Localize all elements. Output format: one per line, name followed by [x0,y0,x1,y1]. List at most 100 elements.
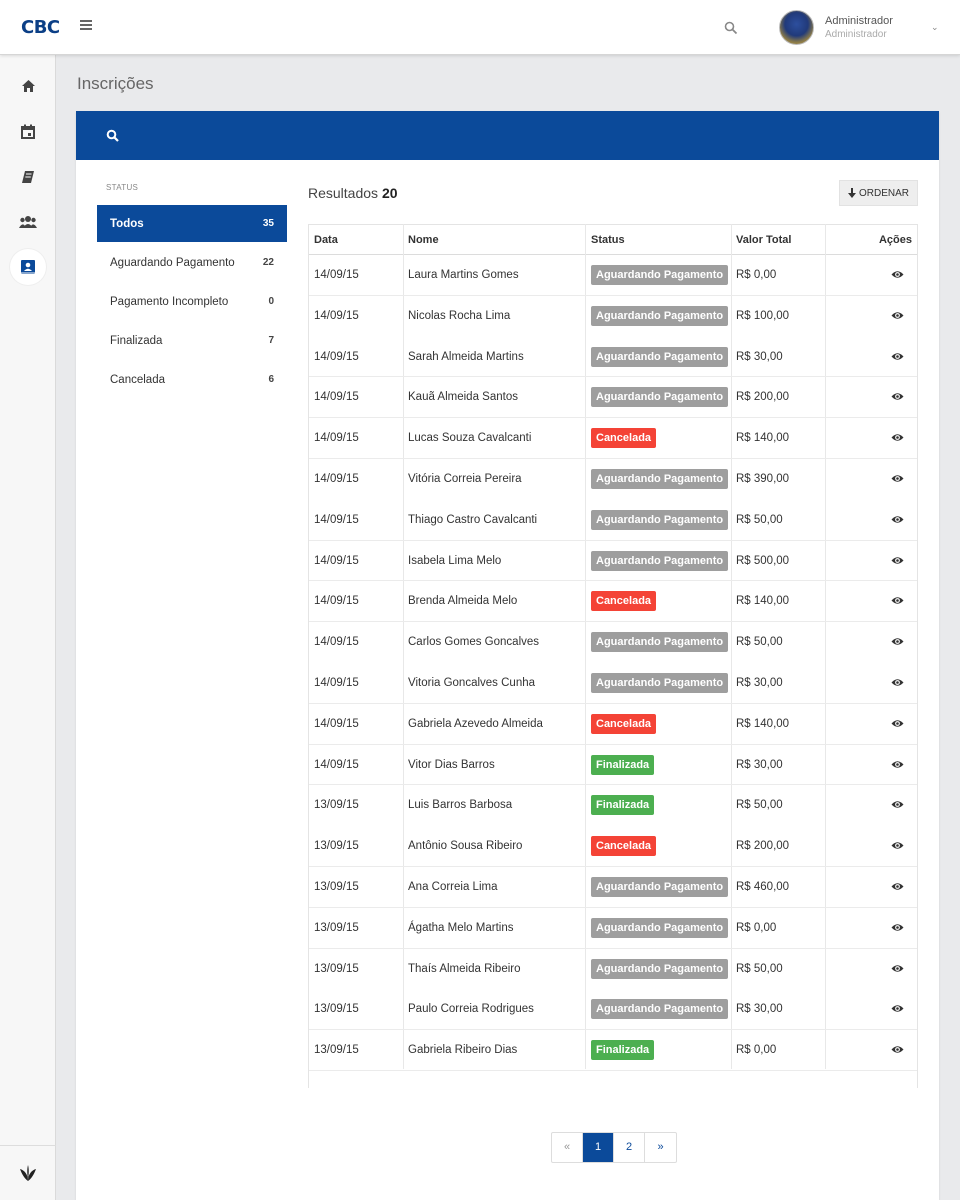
search-icon[interactable] [724,21,738,35]
filter-item-pagamento-incompleto[interactable]: Pagamento Incompleto 0 [97,283,287,320]
user-avatar[interactable] [779,10,814,45]
chevron-down-icon[interactable]: ⌄ [931,22,939,33]
sidebar-item-home[interactable] [10,68,46,104]
table-row: 13/09/15 Antônio Sousa Ribeiro Cancelada R$… [309,826,917,867]
search-bar[interactable] [76,111,939,160]
home-icon [21,80,35,92]
column-header-data[interactable]: Data [314,225,338,255]
row-name: Vitor Dias Barros [408,758,495,771]
eye-icon[interactable] [891,718,904,729]
row-value: R$ 390,00 [736,473,790,485]
table-row: 13/09/15 Ágatha Melo Martins Aguardando Pa… [309,908,917,949]
eye-icon[interactable] [891,1003,904,1014]
search-icon[interactable] [106,129,120,143]
status-badge: Cancelada [591,836,657,857]
row-name: Carlos Gomes Goncalves [408,636,540,649]
table-row: 14/09/15 Vitor Dias Barros Finalizada R$ 30… [309,745,917,786]
status-badge: Aguardando Pagamento [591,265,729,285]
row-value: R$ 30,00 [736,1003,783,1016]
hamburger-menu-icon[interactable] [80,20,92,34]
row-value: R$ 0,00 [736,921,777,934]
column-header-status[interactable]: Status [591,225,625,255]
filter-item-aguardando-pagamento[interactable]: Aguardando Pagamento 22 [97,244,287,281]
row-value: R$ 30,00 [736,758,783,771]
row-value: R$ 100,00 [736,309,790,322]
eye-icon[interactable] [891,351,904,362]
eye-icon[interactable] [891,514,904,525]
table-row: 13/09/15 Thaís Almeida Ribeiro Aguardando … [309,949,917,990]
eye-icon[interactable] [891,840,904,851]
column-header-nome[interactable]: Nome [408,225,439,255]
row-date: 13/09/15 [314,1003,359,1016]
row-date: 14/09/15 [314,269,359,281]
table-row: 14/09/15 Vitoria Goncalves Cunha Aguardand… [309,663,917,704]
filter-item-label: Todos [110,217,144,230]
row-value: R$ 50,00 [736,513,783,526]
eye-icon[interactable] [891,759,904,770]
registration-card-icon [21,260,35,274]
pagination-page-2[interactable]: 2 [614,1133,645,1162]
row-date: 14/09/15 [314,677,359,689]
column-header-valor-total[interactable]: Valor Total [736,225,791,255]
table-row: 14/09/15 Vitória Correia Pereira Aguardand… [309,459,917,500]
eye-icon[interactable] [891,1044,904,1055]
eye-icon[interactable] [891,799,904,810]
row-date: 14/09/15 [314,554,359,567]
eye-icon[interactable] [891,555,904,566]
status-badge: Aguardando Pagamento [591,673,729,693]
row-value: R$ 50,00 [736,962,783,975]
eye-icon[interactable] [891,963,904,974]
eye-icon[interactable] [891,473,904,484]
app-logo[interactable]: CBC [21,17,60,38]
top-bar: CBC Administrador Administrador ⌄ [0,0,960,55]
table-row: 13/09/15 Luis Barros Barbosa Finalizada R$ … [309,785,917,826]
sidebar-item-users[interactable] [10,204,46,240]
filter-item-todos[interactable]: Todos 35 [97,205,287,242]
registrations-table: Data Nome Status Valor Total Ações 14/09… [308,224,918,1088]
status-badge: Aguardando Pagamento [591,917,729,938]
eye-icon[interactable] [891,391,904,402]
sidebar-item-calendar[interactable] [10,113,46,149]
filter-item-finalizada[interactable]: Finalizada 7 [97,322,287,359]
row-name: Kauã Almeida Santos [408,391,518,404]
pagination-page-1[interactable]: 1 [583,1133,614,1162]
eye-icon[interactable] [891,269,904,280]
eye-icon[interactable] [891,636,904,647]
eye-icon[interactable] [891,677,904,688]
eye-icon[interactable] [891,922,904,933]
row-date: 14/09/15 [314,391,359,404]
pagination-prev[interactable]: « [552,1133,583,1162]
row-value: R$ 500,00 [736,554,790,567]
user-name[interactable]: Administrador [825,15,893,27]
sidebar-item-books[interactable] [10,159,46,195]
eye-icon[interactable] [891,310,904,321]
column-header-acoes: Ações [878,234,912,246]
status-badge: Aguardando Pagamento [591,509,729,530]
filter-item-label: Aguardando Pagamento [110,256,235,269]
eye-icon[interactable] [891,881,904,892]
status-badge: Finalizada [591,795,655,816]
sort-button[interactable]: ORDENAR [839,180,918,206]
eye-icon[interactable] [891,595,904,606]
calendar-icon [21,124,35,139]
table-row: 14/09/15 Lucas Souza Cavalcanti Cancelada R… [309,418,917,459]
table-row: 14/09/15 Thiago Castro Cavalcanti Aguardan… [309,500,917,541]
pagination-next[interactable]: » [645,1133,676,1162]
results-label: Resultados [308,185,379,201]
row-date: 14/09/15 [314,350,359,363]
row-date: 14/09/15 [314,473,359,485]
row-date: 13/09/15 [314,1044,359,1057]
sidebar-item-registrations[interactable] [10,249,46,285]
results-number: 20 [381,185,398,201]
row-date: 14/09/15 [314,309,359,322]
users-icon [19,216,37,228]
filter-item-cancelada[interactable]: Cancelada 6 [97,361,287,398]
row-value: R$ 0,00 [736,1044,777,1057]
eye-icon[interactable] [891,432,904,443]
table-row: 14/09/15 Nicolas Rocha Lima Aguardando Pag… [309,296,917,337]
row-date: 13/09/15 [314,921,359,934]
status-badge: Aguardando Pagamento [591,877,729,897]
row-name: Sarah Almeida Martins [408,350,524,363]
row-value: R$ 30,00 [736,677,783,689]
results-count: Resultados 20 [308,185,398,201]
